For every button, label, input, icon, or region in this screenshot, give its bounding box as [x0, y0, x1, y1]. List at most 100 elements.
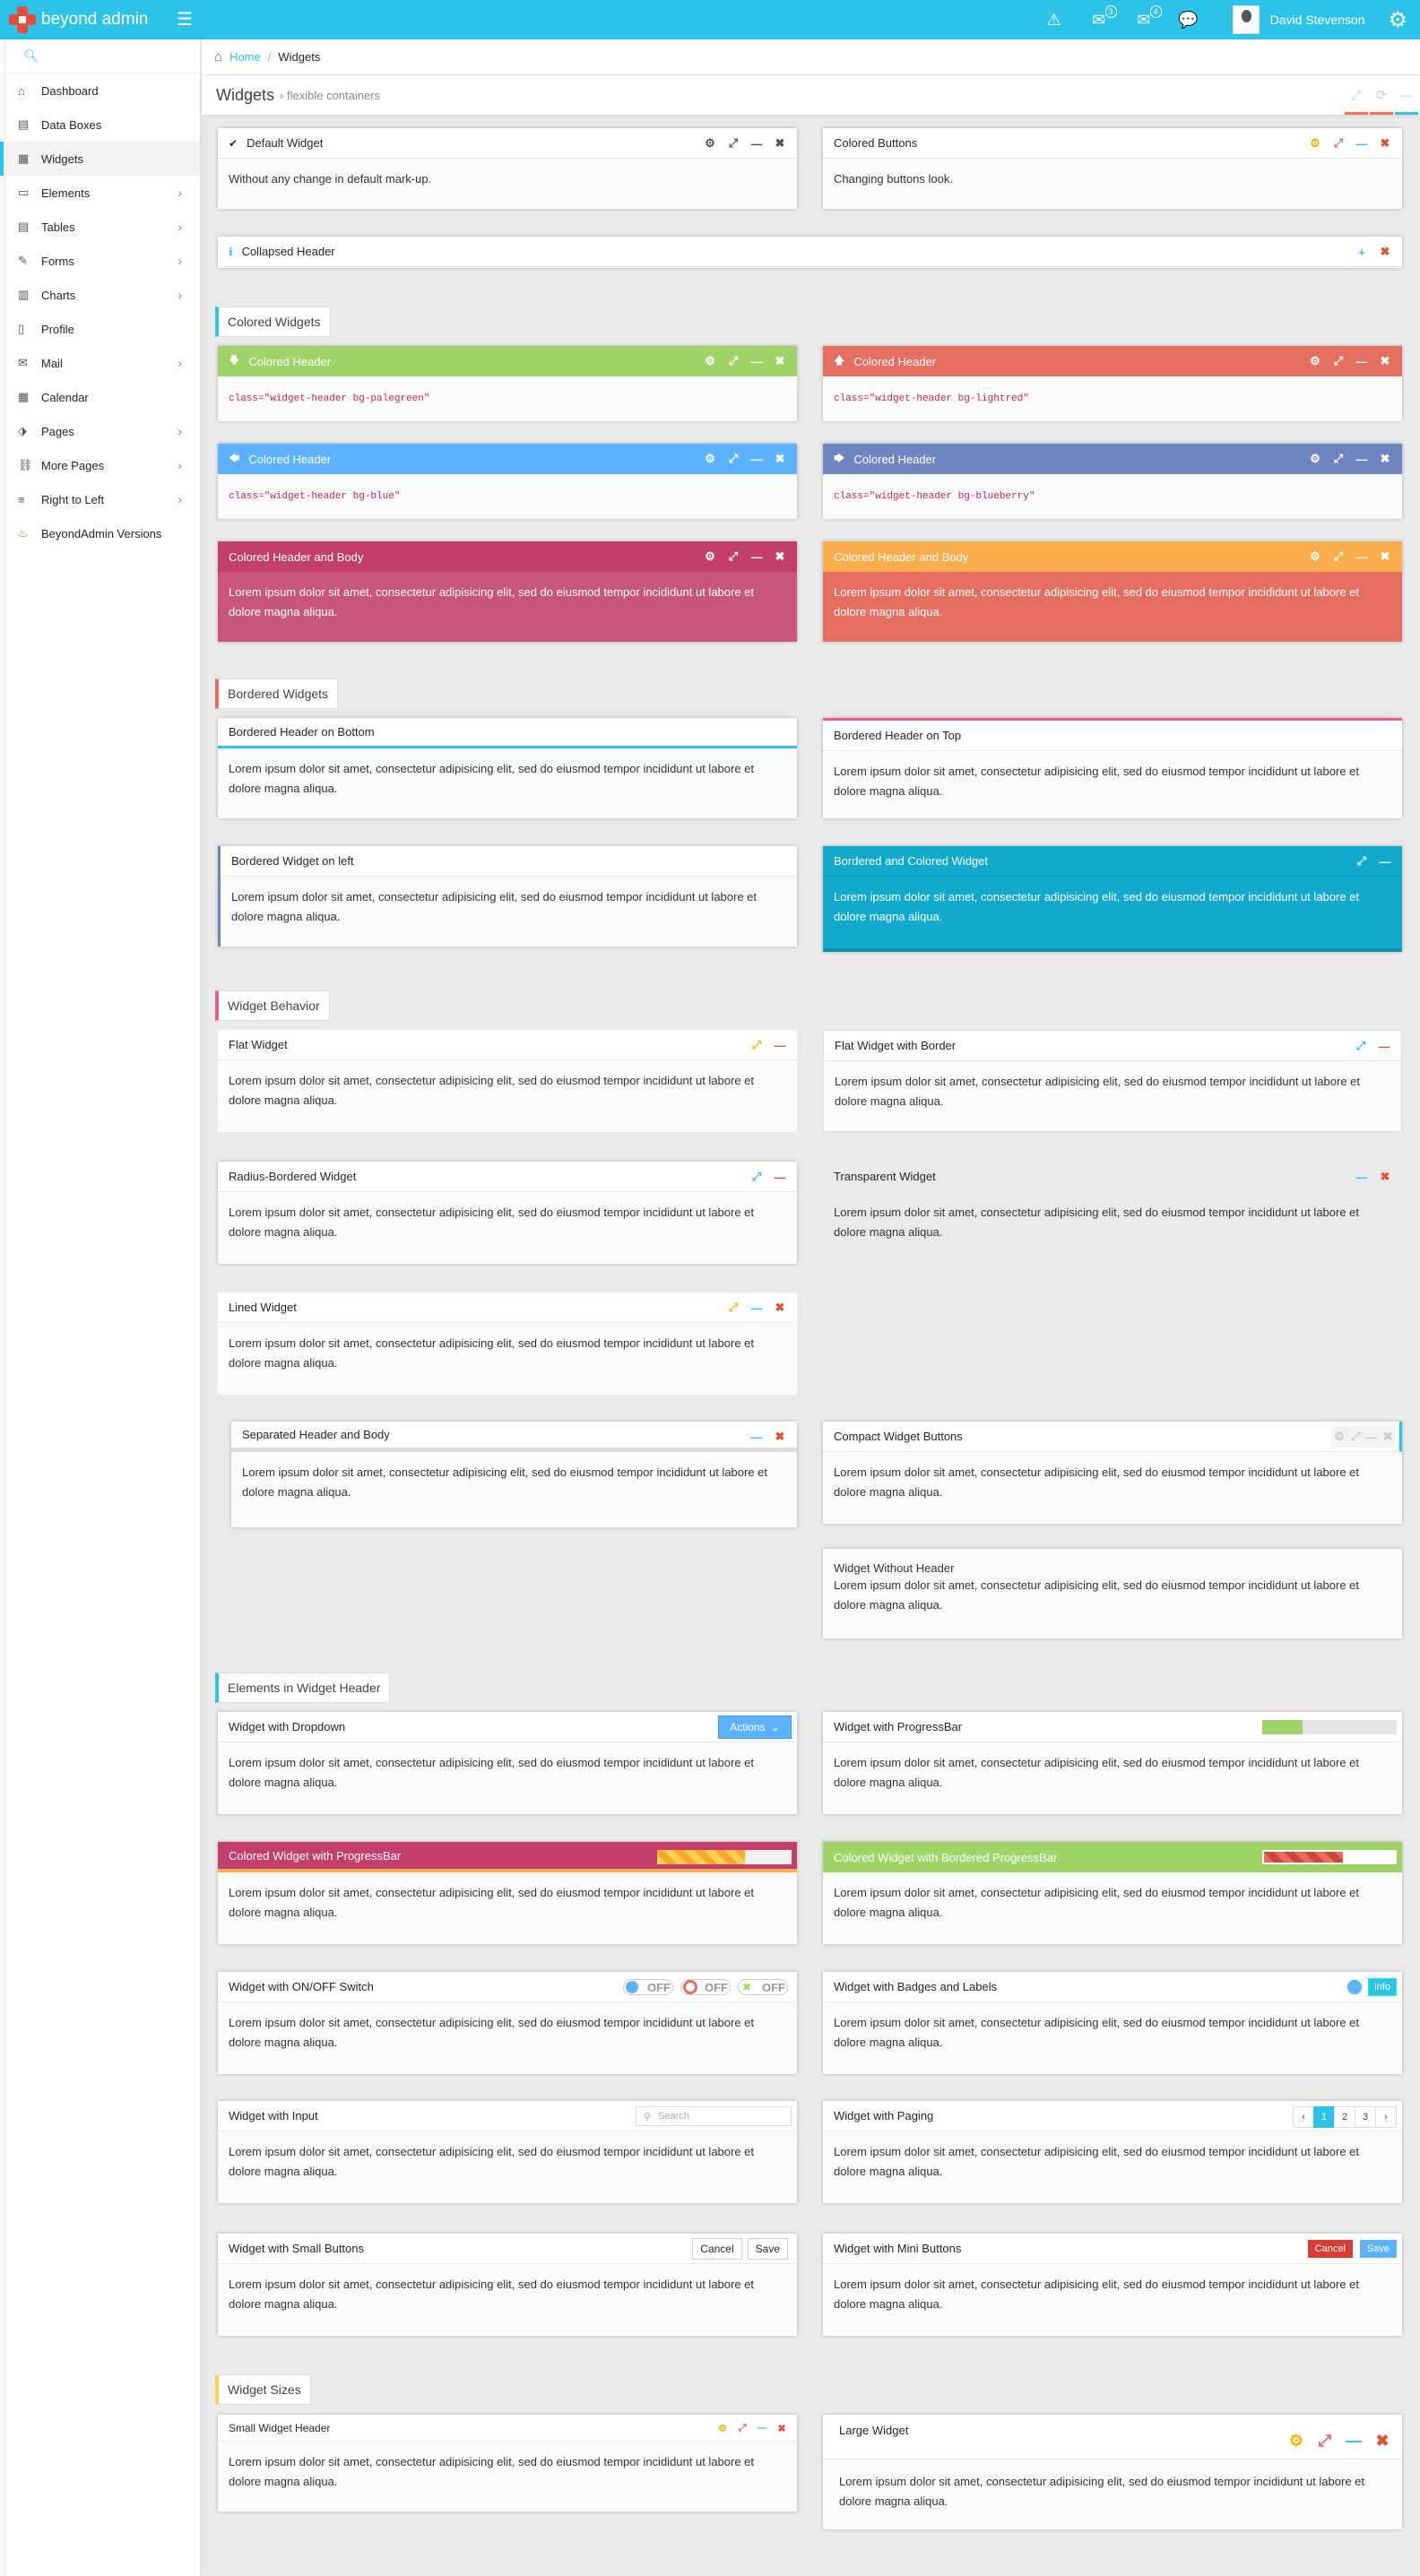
close-icon[interactable]: ✖ — [1380, 1430, 1396, 1444]
gear-icon[interactable]: ⚙ — [1303, 354, 1327, 368]
collapse-icon[interactable]: —.hd-btn:nth-child(3):after{background:#… — [1395, 75, 1418, 115]
save-button[interactable]: Save — [747, 2238, 788, 2260]
minimize-icon[interactable]: — — [1350, 355, 1373, 368]
close-icon[interactable]: ✖ — [768, 1301, 792, 1315]
expand-icon[interactable]: ⤢ — [1327, 452, 1350, 466]
cancel-button[interactable]: Cancel — [692, 2238, 742, 2260]
minimize-icon[interactable]: — — [745, 1301, 768, 1315]
expand-icon[interactable]: ⤢ — [1350, 854, 1373, 869]
sidebar-item-more-pages[interactable]: ⛓ More Pages › — [0, 448, 200, 482]
minimize-icon[interactable]: — — [1339, 2432, 1368, 2451]
close-icon[interactable]: ✖ — [1373, 549, 1397, 564]
actions-dropdown[interactable]: Actions ⌄ — [718, 1716, 792, 1739]
minimize-icon[interactable]: — — [1350, 137, 1373, 151]
refresh-icon[interactable]: ⟳.hd-btn:nth-child(2):after{background:#… — [1370, 75, 1393, 115]
sidebar-item-elements[interactable]: ▭ Elements › — [0, 176, 200, 210]
page-3[interactable]: 3 — [1355, 2106, 1376, 2128]
expand-icon[interactable]: ⤢ — [745, 1170, 768, 1184]
minimize-icon[interactable]: — — [745, 355, 768, 368]
gear-icon[interactable]: ⚙ — [1303, 549, 1327, 564]
expand-icon[interactable]: ⤢ — [1327, 354, 1350, 368]
cancel-button[interactable]: Cancel — [1307, 2240, 1353, 2258]
sidebar-item-pages[interactable]: ⬗ Pages › — [0, 414, 200, 448]
sidebar-item-mail[interactable]: ✉ Mail › — [0, 346, 200, 380]
sidebar-search[interactable]: 🔍︎ — [0, 39, 200, 73]
minimize-icon[interactable]: — — [1350, 453, 1373, 466]
sidebar-item-beyondadmin-versions[interactable]: ♨ BeyondAdmin Versions — [0, 516, 200, 550]
search-input[interactable]: ⚲ Search — [636, 2106, 792, 2126]
close-icon[interactable]: ✖ — [1373, 1170, 1397, 1184]
minimize-icon[interactable]: — — [1373, 855, 1397, 869]
menu-toggle-icon[interactable]: ☰ — [177, 11, 193, 29]
minimize-icon[interactable]: — — [1364, 1431, 1380, 1444]
minimize-icon[interactable]: — — [745, 1431, 768, 1444]
expand-icon[interactable]: ⤢ — [1347, 1430, 1364, 1444]
minimize-icon[interactable]: — — [1350, 550, 1373, 564]
sidebar-item-charts[interactable]: ▥ Charts › — [0, 278, 200, 312]
minimize-icon[interactable]: — — [745, 453, 768, 466]
user-menu[interactable]: David Stevenson — [1232, 5, 1364, 34]
fullscreen-icon[interactable]: ⤢.hd-btn:nth-child(1):after{background:#… — [1345, 75, 1368, 115]
expand-icon[interactable]: ⤢ — [745, 1038, 768, 1052]
comment-icon[interactable]: 💬 — [1178, 11, 1199, 30]
minimize-icon[interactable]: — — [1350, 1171, 1373, 1184]
expand-icon[interactable]: ⤢ — [722, 136, 745, 151]
expand-icon[interactable]: ⤢ — [722, 1301, 745, 1315]
expand-icon[interactable]: ⤢ — [1327, 549, 1350, 564]
sidebar-item-tables[interactable]: ▤ Tables › — [0, 210, 200, 244]
chat-icon[interactable]: ✉ 4 — [1133, 4, 1162, 30]
breadcrumb-home-link[interactable]: Home — [229, 50, 261, 64]
close-icon[interactable]: ✖ — [1373, 354, 1397, 368]
sidebar-item-dashboard[interactable]: ⌂ Dashboard — [0, 73, 200, 108]
close-icon[interactable]: ✖ — [1373, 136, 1397, 151]
close-icon[interactable]: ✖ — [768, 549, 792, 564]
sidebar-item-profile[interactable]: ▯ Profile — [0, 312, 200, 346]
minimize-icon[interactable]: — — [745, 137, 768, 151]
sidebar-item-calendar[interactable]: ▦ Calendar — [0, 380, 200, 414]
close-icon[interactable]: ✖ — [768, 452, 792, 466]
settings-gear-icon[interactable]: ⚙ — [1388, 7, 1407, 33]
page-2[interactable]: 2 — [1334, 2106, 1355, 2128]
close-icon[interactable]: ✖ — [768, 354, 792, 368]
gear-icon[interactable]: ⚙ — [698, 452, 722, 466]
expand-icon[interactable]: ⤢ — [1327, 136, 1350, 151]
sidebar-item-right-to-left[interactable]: ≡ Right to Left › — [0, 482, 200, 516]
close-icon[interactable]: ✖ — [768, 1430, 792, 1444]
close-icon[interactable]: ✖ — [772, 2423, 792, 2434]
close-icon[interactable]: ✖ — [768, 136, 792, 151]
brand-logo[interactable]: beyond admin — [9, 5, 148, 34]
save-button[interactable]: Save — [1359, 2240, 1397, 2258]
minimize-icon[interactable]: — — [1372, 1040, 1396, 1053]
expand-icon[interactable]: ⤢ — [732, 2423, 752, 2434]
gear-icon[interactable]: ⚙ — [698, 136, 722, 151]
gear-icon[interactable]: ⚙ — [698, 549, 722, 564]
expand-icon[interactable]: ⤢ — [722, 452, 745, 466]
minimize-icon[interactable]: — — [745, 550, 768, 564]
minimize-icon[interactable]: — — [768, 1039, 792, 1052]
page-prev[interactable]: ‹ — [1293, 2106, 1314, 2128]
gear-icon[interactable]: ⚙ — [1303, 136, 1327, 151]
expand-icon[interactable]: ⤢ — [1349, 1039, 1372, 1053]
toggle-switch[interactable]: OFF — [680, 1979, 731, 1995]
toggle-switch[interactable]: OFF — [623, 1979, 673, 1995]
gear-icon[interactable]: ⚙ — [698, 354, 722, 368]
sidebar-item-data-boxes[interactable]: ▤ Data Boxes — [0, 108, 200, 142]
toggle-switch[interactable]: ✖ OFF — [738, 1979, 788, 1995]
plus-icon[interactable]: + — [1350, 246, 1373, 259]
mail-icon[interactable]: ✉ 3 — [1088, 4, 1117, 30]
minimize-icon[interactable]: — — [768, 1171, 792, 1184]
sidebar-item-forms[interactable]: ✎ Forms › — [0, 244, 200, 278]
expand-icon[interactable]: ⤢ — [722, 549, 745, 564]
close-icon[interactable]: ✖ — [1373, 245, 1397, 259]
sidebar-item-widgets[interactable]: ▦ Widgets — [0, 142, 200, 176]
gear-icon[interactable]: ⚙ — [1331, 1430, 1347, 1444]
gear-icon[interactable]: ⚙ — [1282, 2432, 1311, 2451]
expand-icon[interactable]: ⤢ — [722, 354, 745, 368]
gear-icon[interactable]: ⚙ — [1303, 452, 1327, 466]
gear-icon[interactable]: ⚙ — [713, 2423, 732, 2434]
page-1[interactable]: 1 — [1313, 2106, 1335, 2128]
close-icon[interactable]: ✖ — [1373, 452, 1397, 466]
close-icon[interactable]: ✖ — [1368, 2432, 1397, 2451]
minimize-icon[interactable]: — — [752, 2423, 772, 2433]
warning-icon[interactable]: ⚠ — [1043, 11, 1065, 30]
